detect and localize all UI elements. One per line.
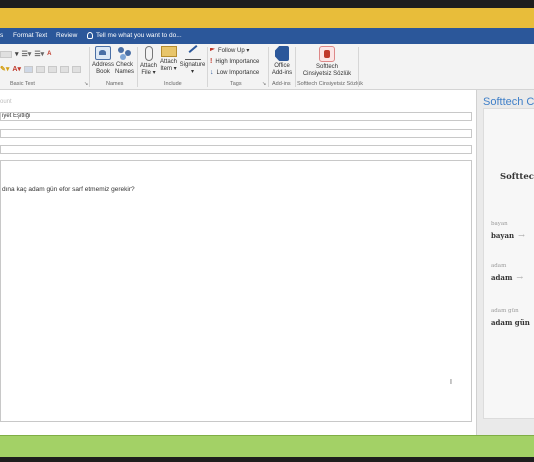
clear-format-icon[interactable]: A (47, 51, 51, 57)
compose-pane: ount iyet Eşitliği dına kaç adam gün efo… (0, 90, 476, 435)
tell-me-text: Tell me what you want to do... (96, 32, 182, 39)
low-importance-icon: ↓ (210, 69, 214, 76)
side-pane-brand: Softtec (500, 172, 534, 182)
subject-field[interactable]: iyet Eşitliği (0, 112, 472, 121)
attach-file-label-2: File ▾ (141, 70, 156, 76)
lightbulb-icon (87, 32, 93, 39)
group-label-softtech: Softtech Cinsiyetsiz Sözlük (297, 81, 364, 87)
arrow-right-icon[interactable]: → (518, 231, 525, 240)
align-right-icon[interactable] (47, 65, 57, 73)
check-names-icon (117, 46, 133, 60)
divider (358, 47, 359, 87)
side-pane-title: Softtech Cin (483, 96, 534, 108)
attach-file-button[interactable]: Attach File ▾ (139, 46, 158, 77)
signature-label-2: ▾ (190, 69, 194, 75)
ribbon-tab-bar: s Format Text Review Tell me what you wa… (0, 28, 534, 44)
font-row: ▾ ☰▾ ☰▾ A (0, 50, 51, 58)
group-label-names: Names (106, 81, 124, 87)
tab-options[interactable]: s (0, 32, 3, 39)
low-importance-label: Low Importance (216, 69, 260, 76)
low-importance-button[interactable]: ↓ Low Importance (210, 69, 259, 76)
flag-icon (210, 47, 215, 52)
address-book-button[interactable]: Address Book (92, 46, 114, 76)
tell-me-box[interactable]: Tell me what you want to do... (87, 32, 182, 39)
format-row: ✎▾ A▾ (0, 65, 81, 73)
font-size-dropdown-icon[interactable]: ▾ (15, 50, 19, 58)
check-names-button[interactable]: Check Names (114, 46, 135, 76)
status-bar (0, 435, 534, 457)
office-addins-button[interactable]: Office Add-ins (270, 46, 294, 77)
group-label-include: Include (164, 81, 182, 87)
body-text: dına kaç adam gün efor sarf etmemiz gere… (2, 186, 135, 193)
bullets-icon[interactable]: ☰▾ (22, 50, 32, 58)
arrow-right-icon[interactable]: → (516, 273, 523, 282)
align-center-icon[interactable] (35, 65, 45, 73)
signature-button[interactable]: Signature ▾ (179, 46, 206, 76)
align-left-icon[interactable] (23, 65, 33, 73)
group-label-addins: Add-ins (272, 81, 291, 87)
office-addins-icon (275, 46, 289, 61)
follow-up-button[interactable]: Follow Up ▾ (210, 47, 249, 54)
suggestion-item[interactable]: bayan bayan → (491, 221, 525, 240)
message-body[interactable]: dına kaç adam gün efor sarf etmemiz gere… (0, 160, 472, 422)
increase-indent-icon[interactable] (71, 65, 81, 73)
suggestion-word: adam (491, 263, 507, 269)
suggestion-word: adam gün (491, 308, 519, 314)
high-importance-button[interactable]: ! High Importance (210, 58, 259, 65)
attach-item-label-2: Item ▾ (160, 66, 177, 72)
high-importance-icon: ! (210, 58, 213, 65)
attach-file-label-1: Attach (139, 63, 157, 69)
signature-label-1: Signature (179, 62, 206, 68)
softtech-label-2: Cinsiyetsiz Sözlük (302, 71, 352, 77)
text-cursor-icon: I (450, 379, 452, 386)
ribbon: ▾ ☰▾ ☰▾ A ✎▾ A▾ Basic Text ↘ Address Boo… (0, 44, 534, 90)
divider (137, 47, 138, 87)
from-account-hint: ount (0, 99, 12, 105)
envelope-icon (160, 46, 177, 57)
high-importance-label: High Importance (215, 58, 260, 65)
decrease-indent-icon[interactable] (59, 65, 69, 73)
office-addins-label-2: Add-ins (271, 70, 293, 76)
suggestion-label: adam (491, 273, 513, 282)
tab-format-text[interactable]: Format Text (13, 32, 47, 39)
title-bar (0, 8, 534, 28)
to-field[interactable] (0, 129, 472, 138)
office-addins-label-1: Office (274, 63, 290, 69)
tags-launcher-icon[interactable]: ↘ (262, 81, 266, 87)
divider (268, 47, 269, 87)
divider (295, 47, 296, 87)
divider (207, 47, 208, 87)
check-names-label-1: Check (115, 62, 133, 68)
softtech-label-1: Softtech (315, 64, 338, 70)
screen-bottom-edge (0, 457, 534, 462)
tab-review[interactable]: Review (56, 32, 77, 39)
numbering-icon[interactable]: ☰▾ (34, 50, 44, 58)
divider (89, 47, 90, 87)
attach-item-label-1: Attach (159, 59, 177, 65)
group-label-tags: Tags (230, 81, 242, 87)
attach-item-button[interactable]: Attach Item ▾ (159, 46, 178, 73)
screen-top-edge (0, 0, 534, 8)
suggestion-item[interactable]: adam adam → (491, 263, 523, 282)
address-book-label-1: Address (92, 62, 115, 68)
suggestion-label: bayan (491, 231, 515, 240)
suggestion-item[interactable]: adam gün adam gün (491, 308, 530, 327)
suggestion-label: adam gün (491, 318, 530, 327)
suggestion-word: bayan (491, 221, 508, 227)
softtech-button[interactable]: Softtech Cinsiyetsiz Sözlük (300, 46, 354, 78)
paperclip-icon (144, 46, 153, 61)
softtech-icon (319, 46, 335, 62)
follow-up-label: Follow Up ▾ (218, 48, 250, 54)
signature-icon (184, 46, 201, 60)
address-book-icon (95, 46, 111, 60)
basic-text-launcher-icon[interactable]: ↘ (84, 81, 88, 87)
address-book-label-2: Book (96, 69, 110, 75)
font-size-box[interactable] (0, 50, 12, 58)
highlight-icon[interactable]: ✎▾ (0, 65, 9, 73)
check-names-label-2: Names (114, 69, 134, 75)
cc-field[interactable] (0, 145, 472, 154)
softtech-side-pane: Softtech Cin Softtec bayan bayan→ adam a… (476, 90, 534, 435)
group-label-basic-text: Basic Text (10, 81, 35, 87)
font-color-icon[interactable]: A▾ (12, 65, 21, 73)
